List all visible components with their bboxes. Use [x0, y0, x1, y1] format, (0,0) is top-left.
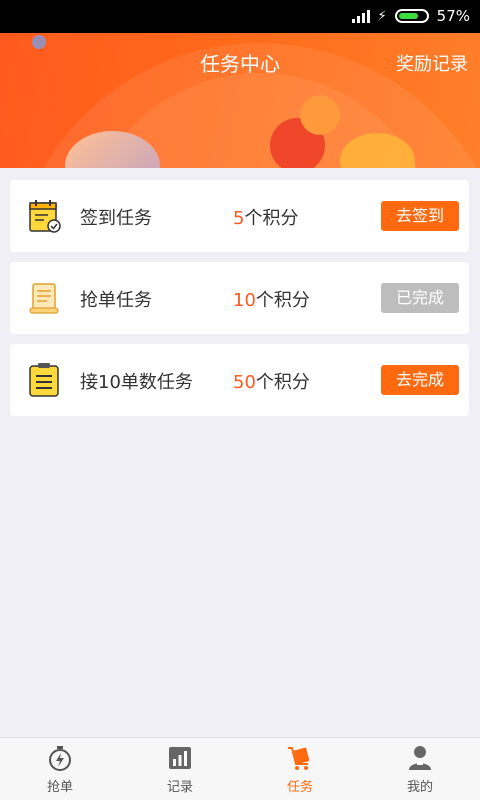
task-points: 5个积分	[233, 204, 298, 230]
stopwatch-icon	[49, 746, 71, 771]
tab-label: 记录	[166, 780, 193, 795]
battery-percent: 57%	[436, 7, 470, 25]
checkin-button[interactable]: 去签到	[381, 201, 459, 231]
signal-icon	[351, 9, 370, 23]
complete-task-button[interactable]: 去完成	[381, 365, 459, 395]
decor-blob	[300, 95, 340, 135]
battery-icon	[394, 9, 429, 23]
tab-tasks[interactable]: 任务	[240, 738, 360, 800]
tab-label: 抢单	[46, 780, 73, 795]
task-name: 抢单任务	[80, 290, 152, 311]
task-points: 10个积分	[233, 286, 310, 312]
tab-grab-order[interactable]: 抢单	[0, 738, 120, 800]
tab-records[interactable]: 记录	[120, 738, 240, 800]
charging-icon: ⚡	[377, 8, 387, 24]
points-unit: 个积分	[244, 208, 299, 229]
completed-button[interactable]: 已完成	[381, 283, 459, 313]
clipboard-list-icon	[29, 363, 59, 397]
points-number: 50	[233, 372, 256, 393]
header-banner: 任务中心 奖励记录	[0, 33, 480, 168]
task-card-accept-orders: 接10单数任务 50个积分 去完成	[10, 344, 469, 416]
decor-dot	[32, 35, 46, 49]
task-card-checkin: 签到任务 5个积分 去签到	[10, 180, 469, 252]
points-number: 10	[233, 290, 256, 311]
status-bar: ⚡ 57%	[0, 0, 480, 33]
cart-task-icon	[288, 747, 310, 770]
points-number: 5	[233, 208, 245, 229]
person-icon	[409, 746, 431, 770]
tab-label: 任务	[286, 780, 313, 795]
status-icons: ⚡ 57%	[351, 7, 470, 25]
bar-chart-icon	[169, 747, 191, 769]
tab-mine[interactable]: 我的	[360, 738, 480, 800]
bottom-tab-bar: 抢单 记录 任务 我的	[0, 737, 480, 800]
scroll-document-icon	[29, 283, 59, 314]
calendar-check-icon	[29, 200, 61, 233]
task-name: 签到任务	[80, 208, 152, 229]
tab-label: 我的	[406, 780, 433, 795]
reward-record-link[interactable]: 奖励记录	[396, 50, 468, 76]
task-points: 50个积分	[233, 368, 310, 394]
task-card-grab-order: 抢单任务 10个积分 已完成	[10, 262, 469, 334]
points-unit: 个积分	[255, 290, 310, 311]
points-unit: 个积分	[255, 372, 310, 393]
task-name: 接10单数任务	[80, 372, 193, 393]
